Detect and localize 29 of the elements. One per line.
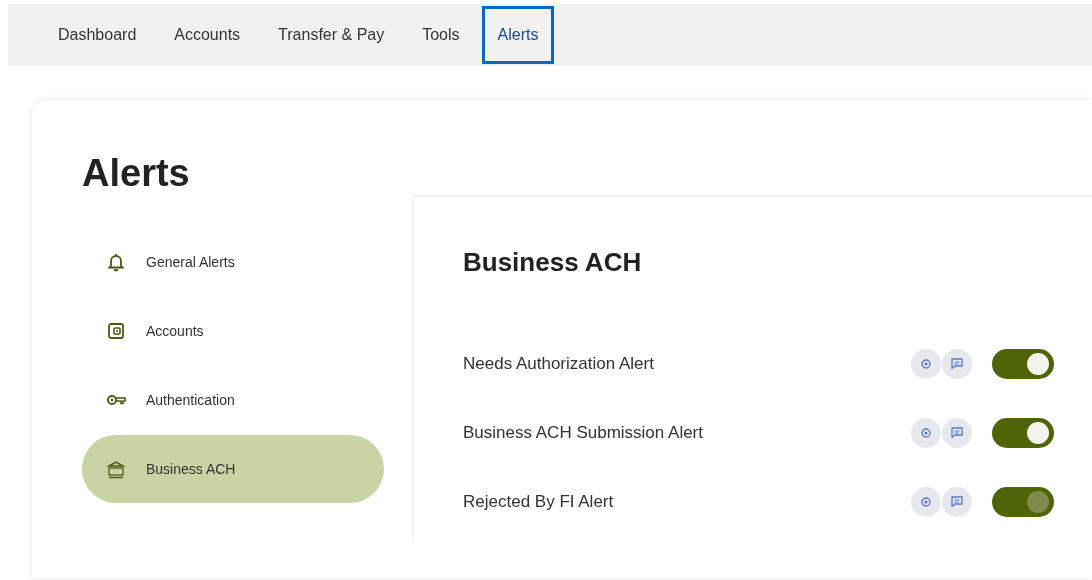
toggle-switch[interactable] <box>992 348 1054 379</box>
sidebar-item[interactable]: General Alerts <box>82 228 384 296</box>
nav-tab[interactable]: Transfer & Pay <box>262 6 401 64</box>
message-icon <box>951 358 963 370</box>
toggle-switch[interactable] <box>992 417 1054 448</box>
email-button[interactable] <box>911 486 941 517</box>
nav-tab[interactable]: Alerts <box>481 6 555 64</box>
sms-button[interactable] <box>942 417 972 448</box>
message-icon <box>951 496 963 508</box>
alert-label: Needs Authorization Alert <box>463 352 655 375</box>
sidebar-item[interactable]: Business ACH <box>82 435 384 503</box>
sidebar-item[interactable]: Accounts <box>82 297 384 365</box>
bank-icon <box>106 459 126 479</box>
email-button[interactable] <box>911 417 941 448</box>
email-button[interactable] <box>911 348 941 379</box>
toggle-switch[interactable] <box>992 486 1054 517</box>
panel-title: Business ACH <box>463 247 643 279</box>
bell-icon <box>106 252 126 272</box>
nav-tab[interactable]: Accounts <box>158 6 257 64</box>
alert-label: Business ACH Submission Alert <box>463 421 704 444</box>
alert-label: Rejected By FI Alert <box>463 490 615 513</box>
page-title: Alerts <box>82 154 191 192</box>
nav-tab[interactable]: Dashboard <box>42 6 153 64</box>
sms-button[interactable] <box>942 486 972 517</box>
sms-button[interactable] <box>942 348 972 379</box>
message-icon <box>951 427 963 439</box>
nav-tab[interactable]: Tools <box>406 6 476 64</box>
wallet-icon <box>106 321 126 341</box>
sidebar-item[interactable]: Authentication <box>82 366 384 434</box>
